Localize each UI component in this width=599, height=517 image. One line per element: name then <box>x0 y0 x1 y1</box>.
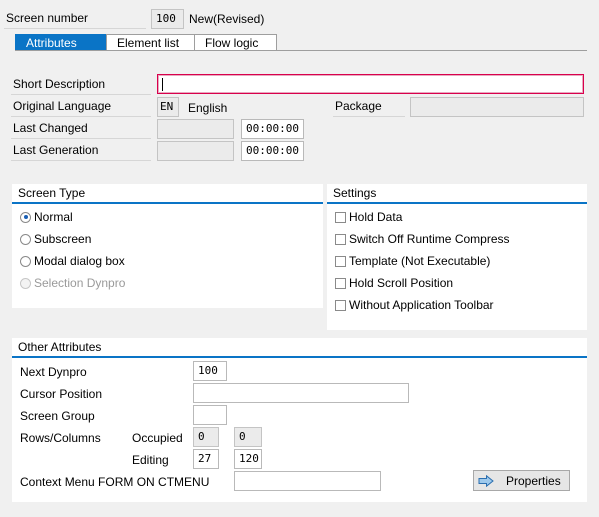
cursor-position-label: Cursor Position <box>20 387 103 401</box>
last-generation-time: 00:00:00 <box>241 141 304 161</box>
radio-normal-label: Normal <box>34 210 73 224</box>
original-language-code: EN <box>157 97 179 117</box>
context-menu-input[interactable] <box>234 471 381 491</box>
last-changed-date <box>157 119 234 139</box>
radio-selection-dynpro-label: Selection Dynpro <box>34 276 126 290</box>
radio-selection-dynpro: Selection Dynpro <box>20 276 125 290</box>
checkbox-switch-off-runtime-compress[interactable]: Switch Off Runtime Compress <box>335 232 510 246</box>
screen-status: New(Revised) <box>189 12 265 26</box>
screen-group-input[interactable] <box>193 405 227 425</box>
other-attributes-panel: Other Attributes Next Dynpro 100 Cursor … <box>12 338 587 502</box>
hold-data-label: Hold Data <box>349 210 403 224</box>
checkbox-icon[interactable] <box>335 277 346 289</box>
occupied-columns: 0 <box>234 427 262 447</box>
screen-group-label: Screen Group <box>20 409 95 423</box>
package-label: Package <box>333 97 405 117</box>
radio-icon[interactable] <box>20 233 31 245</box>
last-generation-label: Last Generation <box>11 141 151 161</box>
rows-columns-label: Rows/Columns <box>20 431 101 445</box>
checkbox-template[interactable]: Template (Not Executable) <box>335 254 490 268</box>
text-cursor <box>162 78 163 91</box>
arrow-right-icon <box>478 474 494 487</box>
radio-disabled-icon <box>20 277 31 289</box>
occupied-rows: 0 <box>193 427 219 447</box>
settings-panel: Settings Hold Data Switch Off Runtime Co… <box>327 184 587 330</box>
package-field <box>410 97 584 117</box>
checkbox-without-application-toolbar[interactable]: Without Application Toolbar <box>335 298 494 312</box>
tab-underline <box>15 50 587 51</box>
short-description-input[interactable] <box>157 74 584 94</box>
original-language-label: Original Language <box>11 97 151 117</box>
next-dynpro-label: Next Dynpro <box>20 365 87 379</box>
radio-modal-label: Modal dialog box <box>34 254 125 268</box>
checkbox-icon[interactable] <box>335 255 346 267</box>
radio-modal-dialog-box[interactable]: Modal dialog box <box>20 254 125 268</box>
radio-subscreen-label: Subscreen <box>34 232 92 246</box>
checkbox-icon[interactable] <box>335 299 346 311</box>
tab-strip: Attributes Element list Flow logic <box>15 34 277 51</box>
original-language-name: English <box>188 101 228 115</box>
other-attributes-title: Other Attributes <box>18 340 102 354</box>
next-dynpro-input[interactable]: 100 <box>193 361 227 381</box>
checkbox-hold-scroll-position[interactable]: Hold Scroll Position <box>335 276 453 290</box>
tab-flow-logic[interactable]: Flow logic <box>194 34 277 51</box>
settings-rule <box>327 202 587 204</box>
cursor-position-input[interactable] <box>193 383 409 403</box>
editing-rows-input[interactable]: 27 <box>193 449 219 469</box>
editing-label: Editing <box>132 453 169 467</box>
radio-icon[interactable] <box>20 255 31 267</box>
settings-title: Settings <box>333 186 377 200</box>
checkbox-icon[interactable] <box>335 233 346 245</box>
occupied-label: Occupied <box>132 431 183 445</box>
tab-element-list[interactable]: Element list <box>106 34 195 51</box>
checkbox-hold-data[interactable]: Hold Data <box>335 210 402 224</box>
editing-columns-input[interactable]: 120 <box>234 449 262 469</box>
without-application-toolbar-label: Without Application Toolbar <box>349 298 494 312</box>
screen-type-panel: Screen Type Normal Subscreen Modal dialo… <box>12 184 323 308</box>
template-label: Template (Not Executable) <box>349 254 491 268</box>
screen-number-field: 100 <box>151 9 184 29</box>
screen-type-title: Screen Type <box>18 186 86 200</box>
switch-off-runtime-compress-label: Switch Off Runtime Compress <box>349 232 510 246</box>
tab-attributes[interactable]: Attributes <box>15 34 107 51</box>
radio-subscreen[interactable]: Subscreen <box>20 232 91 246</box>
properties-button-label: Properties <box>506 473 561 488</box>
hold-scroll-position-label: Hold Scroll Position <box>349 276 454 290</box>
context-menu-label: Context Menu FORM ON CTMENU <box>20 475 210 489</box>
properties-button[interactable]: Properties <box>473 470 570 491</box>
last-generation-date <box>157 141 234 161</box>
other-attributes-rule <box>12 356 587 358</box>
radio-selected-icon[interactable] <box>20 211 31 223</box>
short-description-label: Short Description <box>11 75 151 95</box>
last-changed-label: Last Changed <box>11 119 151 139</box>
checkbox-icon[interactable] <box>335 211 346 223</box>
radio-normal[interactable]: Normal <box>20 210 73 224</box>
last-changed-time: 00:00:00 <box>241 119 304 139</box>
screen-type-rule <box>12 202 323 204</box>
screen-number-label: Screen number <box>4 9 146 29</box>
